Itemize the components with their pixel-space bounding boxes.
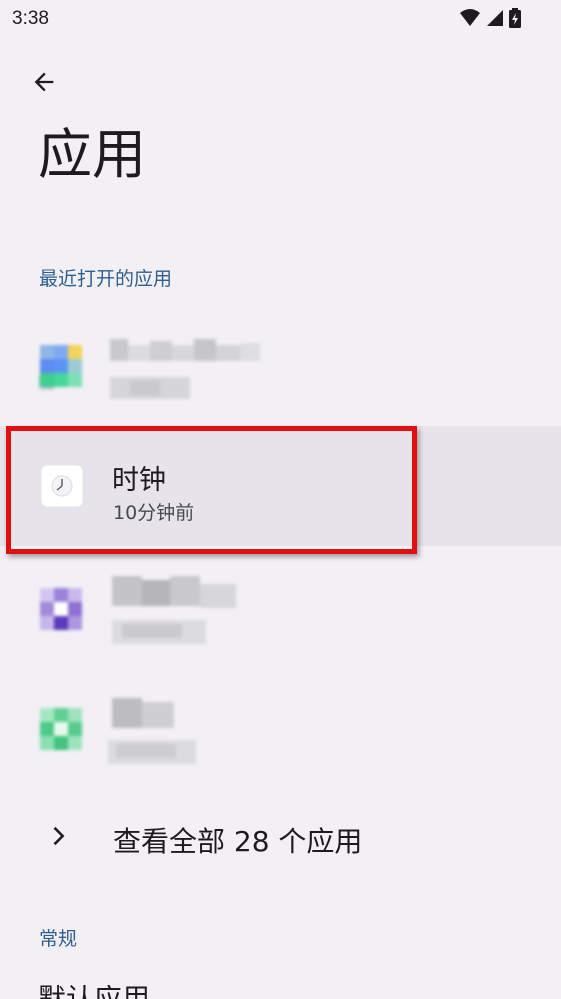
page-title: 应用: [38, 123, 146, 186]
blurred-app-time: [110, 377, 190, 399]
status-bar: 3:38: [0, 0, 561, 40]
wifi-icon: [460, 9, 480, 26]
blurred-app-name: [112, 576, 236, 608]
default-apps-label: 默认应用: [38, 985, 150, 999]
blurred-app-icon: [36, 704, 86, 754]
blurred-app-name: [112, 698, 174, 728]
see-all-apps-label: 查看全部 28 个应用: [113, 825, 363, 858]
arrow-back-icon: [34, 72, 54, 92]
recent-app-item[interactable]: [0, 548, 561, 668]
status-icons: [459, 8, 521, 28]
blurred-app-name: [110, 339, 260, 361]
status-time: 3:38: [12, 8, 49, 29]
blurred-app-icon: [36, 584, 86, 634]
recent-app-item[interactable]: [0, 305, 561, 425]
general-section-header: 常规: [39, 928, 78, 950]
back-button[interactable]: [22, 60, 66, 104]
see-all-apps-button[interactable]: 查看全部 28 个应用: [0, 790, 561, 886]
blurred-app-time: [112, 620, 206, 644]
blurred-app-icon: [36, 341, 86, 391]
highlight-box: [6, 426, 417, 554]
chevron-right-icon: [53, 826, 65, 846]
cell-signal-icon: [487, 10, 503, 26]
default-apps-item[interactable]: 默认应用: [38, 985, 150, 999]
recent-apps-header: 最近打开的应用: [39, 268, 173, 290]
recent-app-item[interactable]: [0, 668, 561, 788]
battery-icon: [509, 8, 521, 28]
blurred-app-time: [108, 740, 196, 764]
